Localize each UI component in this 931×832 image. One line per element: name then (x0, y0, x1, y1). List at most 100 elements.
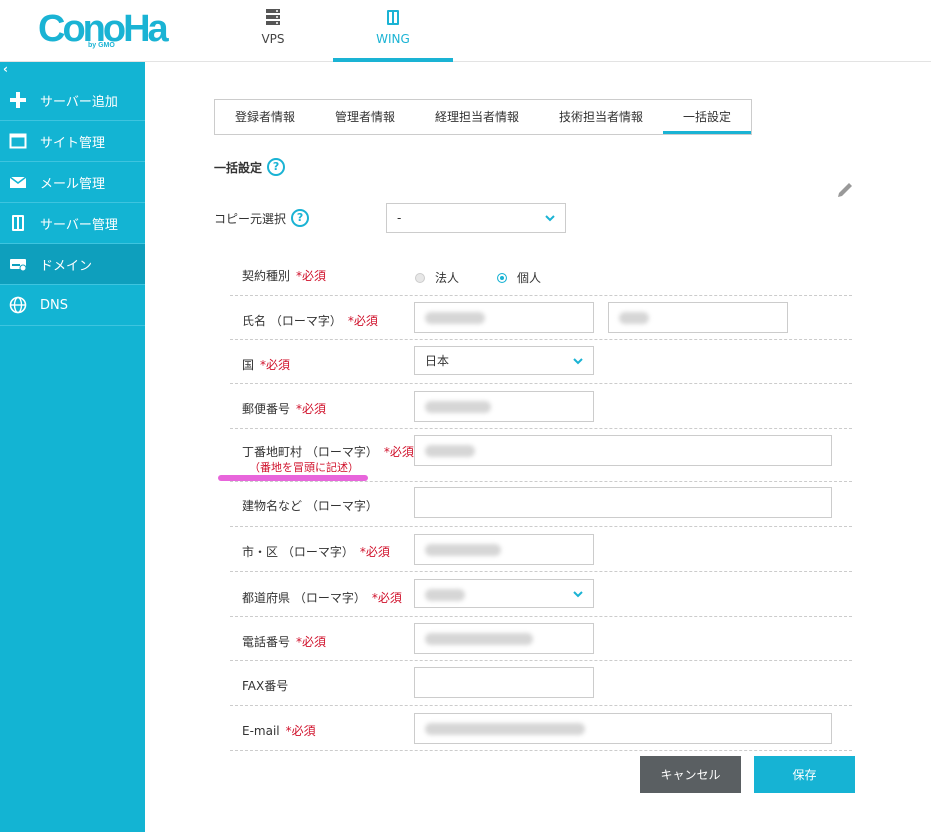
logo-subtext: by GMO (88, 42, 115, 49)
blurred-value (425, 723, 585, 735)
email-input[interactable] (414, 713, 832, 744)
save-button[interactable]: 保存 (754, 756, 855, 793)
blurred-value (425, 633, 533, 645)
row-email: E-mail *必須 (230, 706, 852, 751)
plus-icon (8, 90, 28, 110)
label-text: 都道府県 （ローマ字） (242, 591, 366, 605)
required-mark: *必須 (285, 724, 316, 738)
phone-input[interactable] (414, 623, 594, 654)
copy-source-label: コピー元選択 ? (214, 209, 386, 227)
tab-registrant[interactable]: 登録者情報 (215, 100, 315, 134)
postal-input[interactable] (414, 391, 594, 422)
tab-technical[interactable]: 技術担当者情報 (539, 100, 663, 134)
conoha-logo[interactable]: ConoHa by GMO (38, 8, 169, 50)
tab-wing-label: WING (376, 32, 410, 46)
label-text: 国 (242, 358, 255, 372)
sidebar-item-label: メール管理 (40, 176, 106, 192)
label-text: 郵便番号 (242, 402, 291, 416)
fax-input[interactable] (414, 667, 594, 698)
label-postal: 郵便番号 *必須 (242, 400, 326, 417)
label-city: 市・区 （ローマ字） *必須 (242, 543, 390, 560)
section-title: 一括設定 ? (214, 158, 286, 176)
row-address: 丁番地町村 （ローマ字） *必須 （番地を冒頭に記述） (218, 429, 852, 482)
row-postal: 郵便番号 *必須 (230, 384, 852, 429)
sidebar-item-domain[interactable]: ドメイン (0, 244, 145, 285)
contact-form: 契約種別 *必須 法人 個人 氏名 （ローマ字） *必須 国 *必須 日本 郵便番号 *… (218, 252, 852, 751)
country-select[interactable]: 日本 (414, 346, 594, 375)
blurred-value (425, 544, 501, 556)
tab-billing[interactable]: 経理担当者情報 (415, 100, 539, 134)
copy-source-text: コピー元選択 (214, 211, 287, 226)
sidebar-nav: サーバー追加 サイト管理 メール管理 サーバー管理 ドメイン DNS (0, 80, 145, 326)
sidebar-item-label: ドメイン (40, 258, 93, 274)
wing-icon (387, 10, 399, 25)
building-input[interactable] (414, 487, 832, 518)
required-mark: *必須 (296, 402, 327, 416)
pencil-icon[interactable] (835, 180, 855, 200)
top-header: ConoHa by GMO VPS WING (0, 0, 931, 62)
blurred-value (619, 312, 649, 324)
tab-vps-label: VPS (261, 32, 285, 46)
blurred-value (425, 401, 491, 413)
chevron-down-icon (573, 591, 583, 598)
label-text: 電話番号 (242, 635, 291, 649)
required-mark: *必須 (371, 591, 402, 605)
row-fax: FAX番号 (230, 661, 852, 706)
row-name: 氏名 （ローマ字） *必須 (230, 296, 852, 340)
copy-source-row: コピー元選択 ? - (214, 203, 574, 233)
required-mark: *必須 (296, 269, 327, 283)
address-input[interactable] (414, 435, 832, 466)
contact-tabs: 登録者情報 管理者情報 経理担当者情報 技術担当者情報 一括設定 (214, 99, 752, 135)
tab-vps[interactable]: VPS (233, 0, 313, 62)
required-mark: *必須 (296, 635, 327, 649)
label-text: 市・区 （ローマ字） (242, 545, 354, 559)
label-phone: 電話番号 *必須 (242, 633, 326, 650)
help-icon[interactable]: ? (291, 209, 310, 227)
blurred-value (425, 589, 465, 601)
contract-type-radios: 法人 個人 (415, 269, 579, 286)
label-prefecture: 都道府県 （ローマ字） *必須 (242, 589, 402, 606)
required-mark: *必須 (260, 358, 291, 372)
label-email: E-mail *必須 (242, 722, 316, 739)
label-text: 丁番地町村 （ローマ字） (242, 445, 378, 459)
server-icon (266, 9, 280, 25)
mail-icon (8, 172, 28, 192)
label-name: 氏名 （ローマ字） *必須 (242, 312, 378, 329)
label-building: 建物名など （ローマ字） (242, 499, 378, 513)
chevron-down-icon (573, 358, 583, 365)
tab-admin[interactable]: 管理者情報 (315, 100, 415, 134)
sidebar-item-label: サーバー管理 (40, 217, 118, 233)
tab-wing[interactable]: WING (333, 0, 453, 62)
radio-corporate[interactable]: 法人 (415, 269, 459, 286)
copy-source-value: - (397, 211, 402, 225)
form-actions: キャンセル 保存 (640, 756, 855, 793)
sidebar-item-dns[interactable]: DNS (0, 285, 145, 326)
window-icon (8, 131, 28, 151)
sidebar-item-label: サイト管理 (40, 135, 106, 151)
help-icon[interactable]: ? (267, 158, 286, 176)
copy-source-select[interactable]: - (386, 203, 566, 233)
address-note: （番地を冒頭に記述） (249, 461, 359, 474)
radio-dot (497, 272, 508, 283)
collapse-chevron-icon[interactable]: ‹ (3, 62, 8, 76)
sidebar: ‹ サーバー追加 サイト管理 メール管理 サーバー管理 ドメイン DNS (0, 62, 145, 832)
sidebar-item-site[interactable]: サイト管理 (0, 121, 145, 162)
sidebar-item-server[interactable]: サーバー管理 (0, 203, 145, 244)
label-text: E-mail (242, 724, 280, 738)
highlight-marker (218, 475, 368, 481)
label-country: 国 *必須 (242, 356, 290, 373)
radio-individual[interactable]: 個人 (497, 269, 541, 286)
city-input[interactable] (414, 534, 594, 565)
cancel-button[interactable]: キャンセル (640, 756, 741, 793)
prefecture-select[interactable] (414, 579, 594, 608)
tab-bulk-settings[interactable]: 一括設定 (663, 100, 751, 134)
domain-icon (8, 254, 28, 274)
blurred-value (425, 312, 485, 324)
last-name-input[interactable] (608, 302, 788, 333)
first-name-input[interactable] (414, 302, 594, 333)
server-icon (8, 213, 28, 233)
sidebar-item-mail[interactable]: メール管理 (0, 162, 145, 203)
country-value: 日本 (425, 354, 450, 368)
chevron-down-icon (545, 215, 555, 222)
sidebar-item-server-add[interactable]: サーバー追加 (0, 80, 145, 121)
